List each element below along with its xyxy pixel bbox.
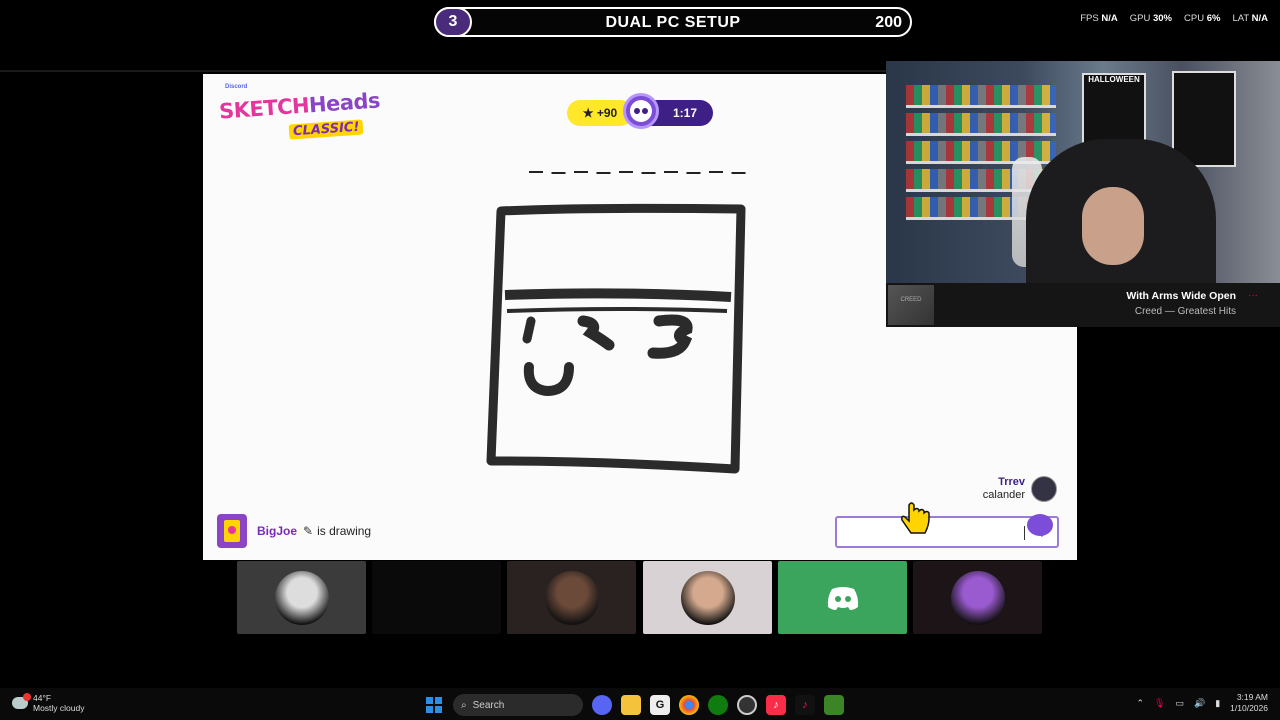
drawer-avatar: [217, 514, 247, 548]
lat-stat: LAT N/A: [1232, 13, 1268, 24]
alarm-clock-icon: [623, 93, 659, 129]
minecraft-icon[interactable]: [824, 695, 844, 715]
taskbar-search[interactable]: ⌕ Search: [453, 694, 583, 716]
avatar: [1031, 476, 1057, 502]
participant-avatar: [950, 570, 1005, 625]
text-caret: [1024, 526, 1025, 540]
system-clock[interactable]: 3:19 AM 1/10/2026: [1230, 692, 1268, 714]
clock-date: 1/10/2026: [1230, 703, 1268, 713]
cpu-stat: CPU 6%: [1184, 13, 1221, 24]
song-title: With Arms Wide Open: [1126, 290, 1236, 302]
battery-icon[interactable]: ▮: [1215, 698, 1220, 709]
weather-temp: 44°F: [33, 693, 52, 703]
search-label: Search: [472, 699, 505, 711]
participant-tile[interactable]: [643, 561, 772, 634]
taskbar: 44°F Mostly cloudy ⌕ Search G ♪ ♪ ⌃ 🎙 ▭ …: [0, 688, 1280, 720]
score-timer: ★ +90 1:17: [567, 93, 713, 129]
discord-logo-icon: [827, 586, 858, 610]
discord-brand-label: Discord: [225, 84, 248, 90]
chrome-icon[interactable]: [679, 695, 699, 715]
participant-tile[interactable]: [913, 561, 1042, 634]
guess-player-name: Trrev: [998, 476, 1025, 488]
music-icon[interactable]: ♪: [766, 695, 786, 715]
banner-score: 200: [875, 14, 902, 31]
latest-guess: Trrev calander: [983, 476, 1057, 502]
more-icon: ···: [1248, 290, 1258, 301]
banner-title: DUAL PC SETUP: [605, 14, 741, 31]
participant-avatar: [274, 570, 329, 625]
song-artist: Creed — Greatest Hits: [1134, 306, 1236, 317]
gpu-stat: GPU 30%: [1129, 13, 1172, 24]
participant-tile[interactable]: [237, 561, 366, 634]
chevron-up-icon[interactable]: ⌃: [1137, 698, 1145, 709]
hand-cursor-icon: [901, 502, 930, 534]
guess-word: calander: [982, 489, 1025, 501]
weather-widget[interactable]: 44°F Mostly cloudy: [12, 693, 85, 713]
participant-avatar: [544, 570, 599, 625]
now-playing-widget: CREED With Arms Wide Open Creed — Greate…: [886, 283, 1280, 327]
logo-wordmark: SKETCHHeads: [218, 88, 381, 124]
microphone-icon[interactable]: 🎙: [1154, 698, 1165, 709]
participant-tile[interactable]: [778, 561, 907, 634]
player-drawing: [486, 203, 746, 474]
chat-bubble-icon[interactable]: [1027, 514, 1053, 537]
album-art: CREED: [888, 285, 934, 325]
pencil-icon: ✎: [303, 524, 314, 538]
round-banner: 3 DUAL PC SETUP 200: [434, 7, 912, 37]
volume-icon[interactable]: 🔊: [1194, 698, 1205, 709]
webcam-feed: HALLOWEEN: [886, 61, 1280, 283]
logo-classic: CLASSIC!: [288, 119, 364, 140]
weather-description: Mostly cloudy: [33, 703, 85, 713]
fps-stat: FPS N/A: [1080, 13, 1118, 24]
drawer-name: BigJoe: [257, 524, 298, 538]
search-icon: ⌕: [461, 699, 467, 711]
participant-tile[interactable]: [507, 561, 636, 634]
g-app-icon[interactable]: G: [650, 695, 670, 715]
windows-start-icon[interactable]: [424, 695, 444, 715]
sketchheads-logo: Discord SKETCHHeads CLASSIC!: [217, 84, 381, 140]
guess-input[interactable]: [835, 514, 1059, 548]
word-blanks: [529, 171, 746, 174]
tiktok-icon[interactable]: ♪: [795, 695, 815, 715]
clock-time: 3:19 AM: [1236, 692, 1268, 702]
performance-stats: FPS N/A GPU 30% CPU 6% LAT N/A: [1080, 13, 1268, 24]
drawer-status: BigJoe ✎ is drawing: [217, 514, 371, 548]
participant-tile[interactable]: [372, 561, 501, 634]
cloudy-icon: [12, 693, 31, 709]
participant-avatar: [680, 570, 735, 625]
file-explorer-icon[interactable]: [621, 695, 641, 715]
discord-app-icon[interactable]: [592, 695, 612, 715]
drawer-status-text: is drawing: [317, 524, 372, 538]
network-icon[interactable]: ▭: [1175, 698, 1184, 709]
obs-icon[interactable]: [737, 695, 757, 715]
xbox-icon[interactable]: [708, 695, 728, 715]
